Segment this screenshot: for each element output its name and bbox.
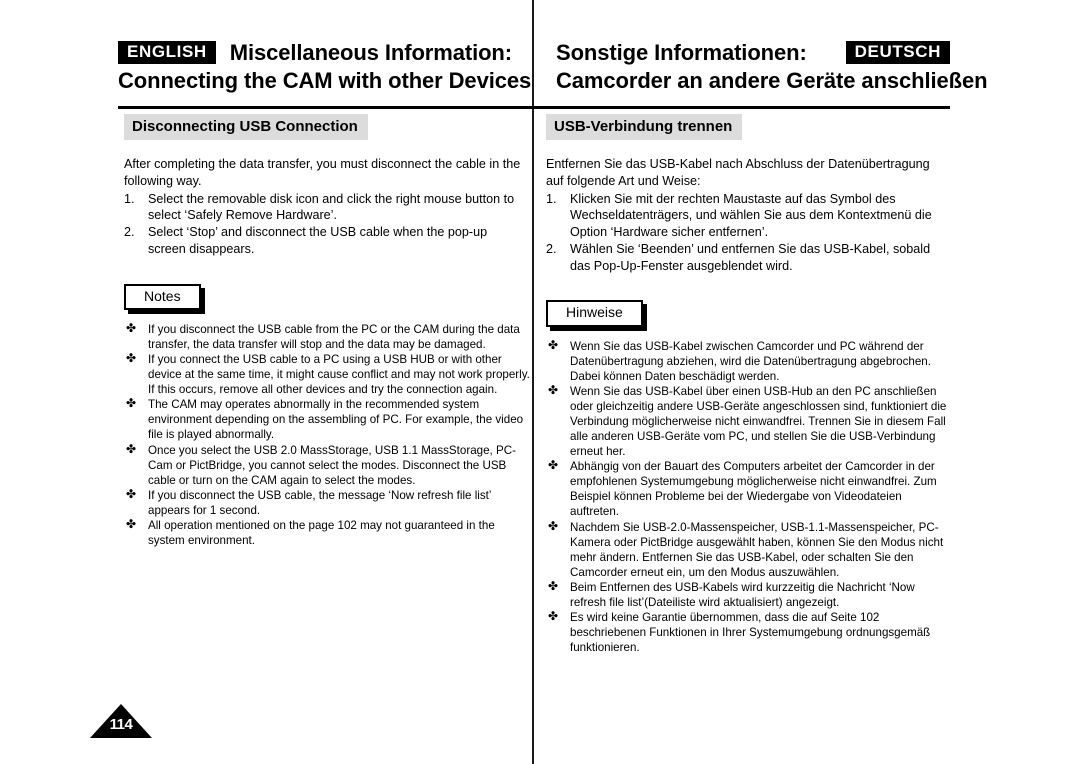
list-item: ✤ If you connect the USB cable to a PC u… [124,351,530,397]
list-item: ✤ Beim Entfernen des USB-Kabels wird kur… [546,578,952,610]
note-text: Abhängig von der Bauart des Computers ar… [570,460,937,519]
note-text: Es wird keine Garantie übernommen, dass … [570,610,931,655]
list-item: ✤ The CAM may operates abnormally in the… [124,396,530,442]
note-bullet-icon: ✤ [126,486,137,501]
note-bullet-icon: ✤ [548,458,559,473]
note-bullet-icon: ✤ [548,518,559,533]
step-number: 2. [124,225,135,240]
note-bullet-icon: ✤ [126,441,137,456]
note-bullet-icon: ✤ [126,351,137,366]
intro-paragraph-english: After completing the data transfer, you … [124,157,521,188]
list-item: ✤ All operation mentioned on the page 10… [124,516,530,548]
manual-page: ENGLISH Miscellaneous Information: Conne… [0,0,1080,764]
list-item: ✤ Wenn Sie das USB-Kabel zwischen Camcor… [546,337,952,384]
note-text: If you disconnect the USB cable from the… [148,323,520,352]
list-item: ✤ Abhängig von der Bauart des Computers … [546,458,952,519]
header-rule [118,106,950,109]
list-item: ✤ Once you select the USB 2.0 MassStorag… [124,441,530,488]
step-text: Select the removable disk icon and click… [148,191,515,223]
note-bullet-icon: ✤ [548,578,559,593]
step-number: 1. [124,191,135,206]
list-item: ✤ Nachdem Sie USB-2.0-Massenspeicher, US… [546,518,952,580]
note-text: Wenn Sie das USB-Kabel über einen USB-Hu… [570,384,947,459]
section-heading-english: Disconnecting USB Connection [124,114,368,141]
notes-list-german: ✤ Wenn Sie das USB-Kabel zwischen Camcor… [546,337,958,655]
step-number: 2. [546,241,557,256]
step-text: Wählen Sie ‘Beenden’ und entfernen Sie d… [570,241,931,273]
list-item: 1. Klicken Sie mit der rechten Maustaste… [546,191,950,241]
page-header: ENGLISH Miscellaneous Information: Conne… [118,40,988,106]
header-title-english-line1: Miscellaneous Information: [229,40,512,65]
header-title-german-line1: Sonstige Informationen: [556,40,807,65]
notes-label-german: Hinweise [546,300,643,327]
note-text: All operation mentioned on the page 102 … [148,518,495,547]
note-text: If you connect the USB cable to a PC usi… [148,353,530,397]
intro-paragraph-german: Entfernen Sie das USB-Kabel nach Abschlu… [546,157,930,188]
note-text: If you disconnect the USB cable, the mes… [148,488,492,517]
note-text: Wenn Sie das USB-Kabel zwischen Camcorde… [570,339,931,383]
list-item: ✤ Wenn Sie das USB-Kabel über einen USB-… [546,382,952,459]
note-bullet-icon: ✤ [548,382,559,397]
page-number: 114 [109,716,133,733]
section-heading-german: USB-Verbindung trennen [546,114,743,141]
note-bullet-icon: ✤ [126,516,137,531]
step-number: 1. [546,191,557,206]
language-badge-german: DEUTSCH [845,41,950,65]
note-bullet-icon: ✤ [126,396,137,411]
note-text: The CAM may operates abnormally in the r… [148,398,524,442]
notes-block-german: Hinweise ✤ Wenn Sie das USB-Kabel zwisch… [546,300,958,655]
note-bullet-icon: ✤ [548,608,559,623]
steps-list-english: 1. Select the removable disk icon and cl… [124,191,536,258]
steps-list-german: 1. Klicken Sie mit der rechten Maustaste… [546,191,958,275]
note-text: Once you select the USB 2.0 MassStorage,… [148,443,516,487]
note-text: Beim Entfernen des USB-Kabels wird kurzz… [570,580,915,609]
list-item: ✤ If you disconnect the USB cable, the m… [124,486,530,518]
note-bullet-icon: ✤ [126,321,137,336]
header-title-english-line2: Connecting the CAM with other Devices [118,67,532,93]
list-item: ✤ Es wird keine Garantie übernommen, das… [546,608,952,655]
header-english: ENGLISH Miscellaneous Information: Conne… [118,40,534,93]
note-bullet-icon: ✤ [548,337,559,352]
list-item: 2. Wählen Sie ‘Beenden’ und entfernen Si… [546,241,950,274]
notes-block-english: Notes ✤ If you disconnect the USB cable … [124,283,536,548]
step-text: Select ‘Stop’ and disconnect the USB cab… [148,225,488,256]
language-badge-english: ENGLISH [118,41,216,65]
list-item: ✤ If you disconnect the USB cable from t… [124,321,530,352]
notes-label-english: Notes [124,283,201,311]
list-item: 2. Select ‘Stop’ and disconnect the USB … [124,224,528,257]
notes-list-english: ✤ If you disconnect the USB cable from t… [124,321,536,548]
header-german: Sonstige Informationen: DEUTSCH Camcorde… [534,40,988,93]
content-column-german: USB-Verbindung trennen Entfernen Sie das… [540,114,958,655]
page-number-badge: 114 [90,704,152,738]
header-title-german-line2: Camcorder an andere Geräte anschließen [556,67,988,93]
note-text: Nachdem Sie USB-2.0-Massenspeicher, USB-… [570,520,944,579]
content-column-english: Disconnecting USB Connection After compl… [118,114,536,548]
step-text: Klicken Sie mit der rechten Maustaste au… [570,191,932,240]
list-item: 1. Select the removable disk icon and cl… [124,191,528,224]
